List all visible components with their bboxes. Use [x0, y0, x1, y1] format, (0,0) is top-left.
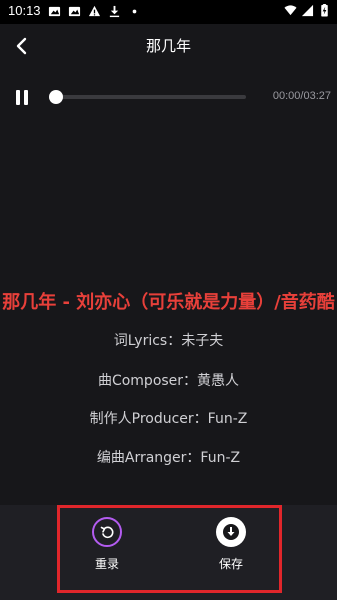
time-readout: 00:00/03:27: [272, 90, 331, 102]
notification-icons: [48, 5, 141, 18]
lyric-line-partial: [0, 480, 337, 490]
progress-track[interactable]: [54, 95, 246, 99]
lyric-line: 词Lyrics：未子夫: [113, 333, 224, 349]
highlight-annotation-box: [57, 505, 282, 593]
lyric-line: 制作人Producer：Fun-Z: [89, 411, 248, 427]
status-bar: 10:13: [0, 0, 337, 24]
audio-player: 00:00/03:27: [0, 80, 337, 114]
status-time: 10:13: [8, 3, 41, 18]
lyric-line: 曲Composer：黄愚人: [97, 373, 240, 389]
download-icon: [109, 5, 120, 18]
image-icon: [68, 6, 81, 17]
page-title: 那几年: [145, 37, 191, 55]
warning-icon: [88, 5, 101, 17]
current-lyric-line: 那几年 - 刘亦心（可乐就是力量）/音药酷: [2, 292, 335, 313]
lyric-line: 编曲Arranger：Fun-Z: [96, 450, 241, 466]
progress-thumb[interactable]: [49, 90, 63, 104]
top-bar: 那几年: [0, 24, 337, 70]
pause-button[interactable]: [12, 87, 32, 107]
pause-icon: [16, 89, 20, 105]
dot-icon: [132, 9, 137, 14]
lyrics-view[interactable]: 那几年 - 刘亦心（可乐就是力量）/音药酷 词Lyrics：未子夫 曲Compo…: [0, 280, 337, 505]
signal-icon: [301, 4, 314, 17]
image-icon: [48, 6, 61, 17]
system-icons: [284, 4, 331, 17]
battery-charging-icon: [321, 4, 328, 17]
wifi-icon: [284, 5, 297, 16]
